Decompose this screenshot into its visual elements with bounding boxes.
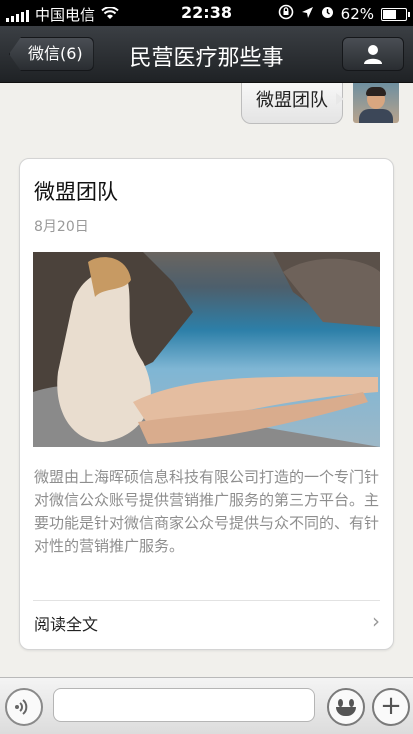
article-date: 8月20日 — [34, 219, 89, 235]
profile-button[interactable] — [342, 37, 404, 71]
input-bar: + — [0, 677, 413, 734]
article-card[interactable]: 微盟团队 8月20日 微盟由上海晖硕信息科技有限公司打造的一个专门针对微信公众账… — [19, 158, 394, 650]
read-more-link[interactable]: 阅读全文 — [34, 611, 98, 635]
location-icon — [301, 5, 314, 23]
person-icon — [362, 43, 384, 69]
emoji-icon[interactable] — [327, 688, 365, 726]
chevron-right-icon: › — [372, 609, 380, 633]
chat-area[interactable]: 微盟团队 微盟团队 8月20日 微盟由上海晖硕信息科技有限公司打造的一个专门针对… — [0, 83, 413, 677]
avatar[interactable] — [353, 83, 399, 123]
article-cover-image[interactable] — [33, 252, 380, 447]
divider — [33, 600, 380, 601]
article-title: 微盟团队 — [34, 180, 118, 204]
battery-icon — [381, 7, 410, 21]
status-bar: 中国电信 22:38 62% — [0, 0, 413, 26]
plus-icon[interactable]: + — [372, 688, 410, 726]
alarm-icon — [321, 5, 334, 23]
sent-message-bubble[interactable]: 微盟团队 — [241, 83, 344, 124]
voice-icon[interactable] — [5, 688, 43, 726]
battery-percent: 62% — [340, 5, 374, 23]
message-input[interactable] — [53, 688, 315, 722]
article-description: 微盟由上海晖硕信息科技有限公司打造的一个专门针对微信公众账号提供营销推广服务的第… — [34, 468, 380, 555]
orientation-lock-icon — [278, 4, 294, 24]
navigation-bar: 微信(6) 民营医疗那些事 — [0, 26, 413, 83]
